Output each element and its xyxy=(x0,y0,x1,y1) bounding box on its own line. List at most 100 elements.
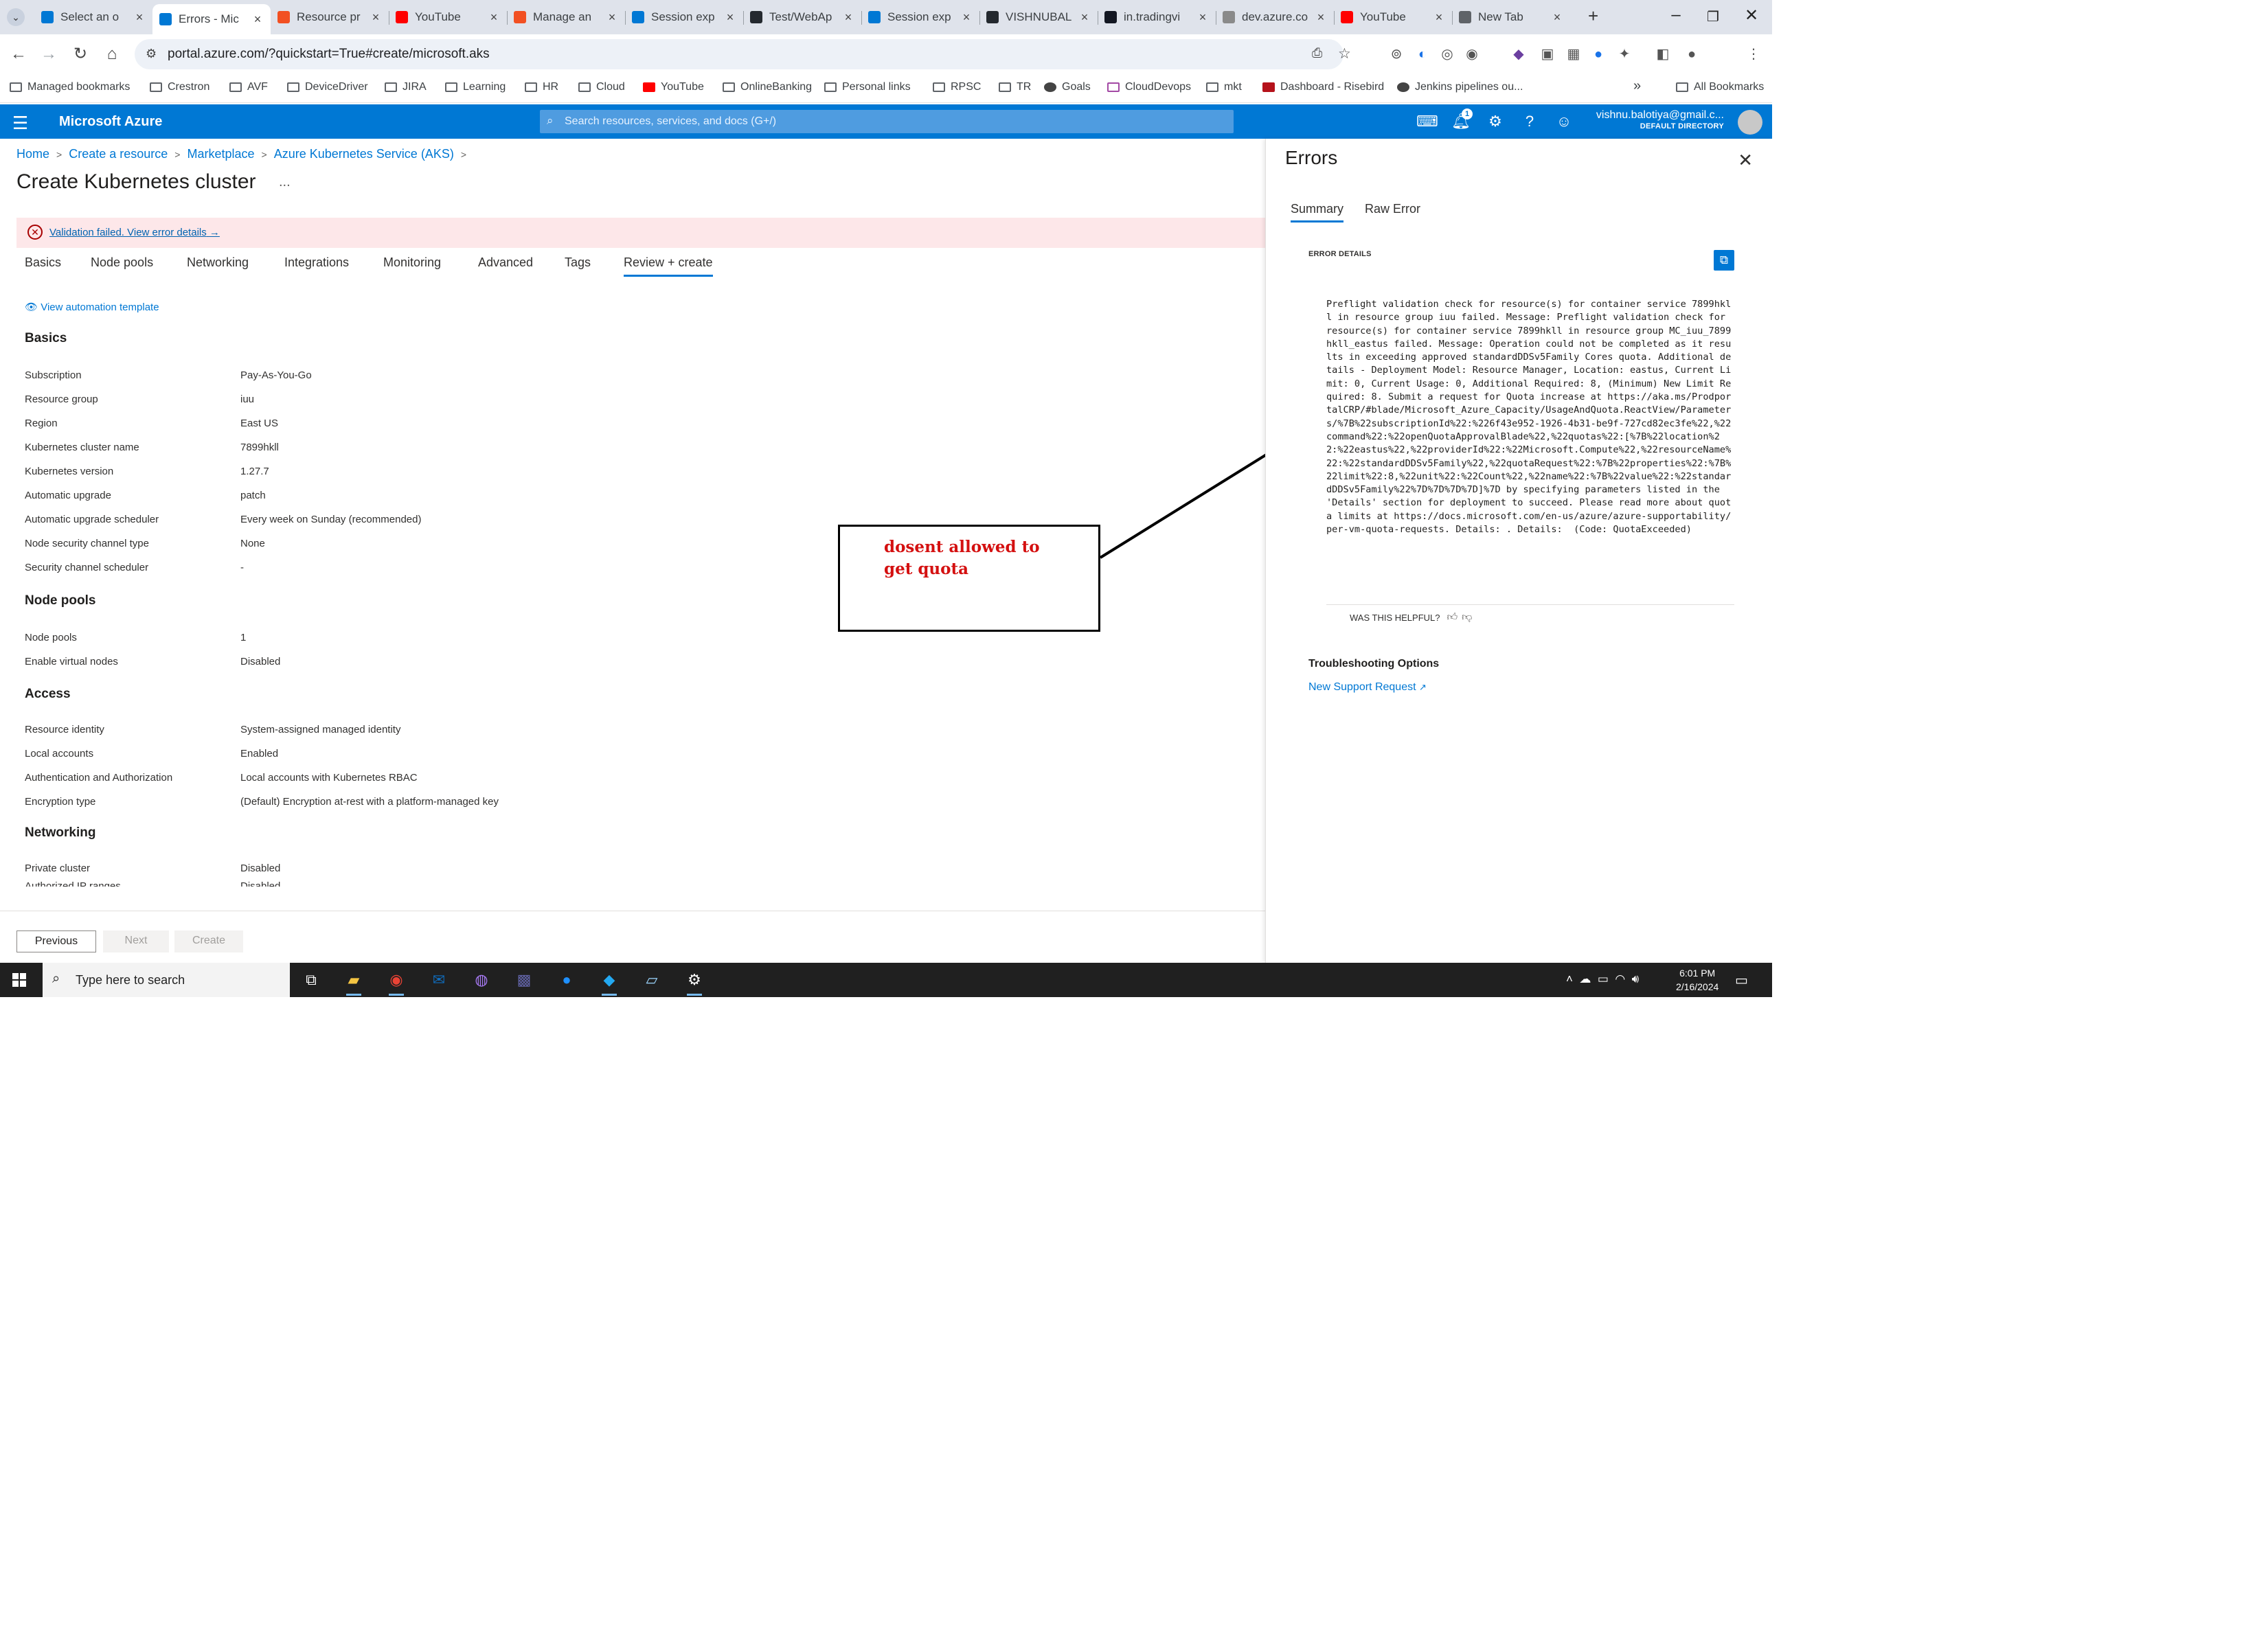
azure-brand[interactable]: Microsoft Azure xyxy=(59,114,162,130)
vscode-icon[interactable]: ◆ xyxy=(599,970,620,996)
tab-advanced[interactable]: Advanced xyxy=(478,255,533,270)
extension-icon[interactable]: ▣ xyxy=(1539,45,1556,63)
restore-icon[interactable]: ❐ xyxy=(1699,8,1727,25)
bookmark-item[interactable]: mkt xyxy=(1206,81,1242,93)
close-tab-icon[interactable]: × xyxy=(251,12,264,27)
bookmark-item[interactable]: TR xyxy=(999,81,1031,93)
file-explorer-icon[interactable]: ▰ xyxy=(343,970,364,996)
site-info-icon[interactable]: ⚙ xyxy=(146,47,157,61)
bookmark-item[interactable]: Learning xyxy=(445,81,506,93)
browser-tab[interactable]: New Tab × xyxy=(1452,4,1570,30)
extension-icon[interactable]: ◐ xyxy=(1414,45,1431,63)
bookmark-item[interactable]: YouTube xyxy=(643,81,704,93)
close-tab-icon[interactable]: × xyxy=(724,10,736,25)
bookmarks-overflow-button[interactable]: » xyxy=(1633,78,1641,94)
new-tab-button[interactable]: + xyxy=(1588,5,1598,27)
avatar[interactable] xyxy=(1738,110,1762,135)
bookmark-item[interactable]: AVF xyxy=(229,81,268,93)
validation-error-link[interactable]: Validation failed. View error details → xyxy=(49,227,220,238)
copy-icon[interactable]: ⧉ xyxy=(1714,250,1734,271)
feedback-icon[interactable]: ☺ xyxy=(1554,113,1574,130)
tab-networking[interactable]: Networking xyxy=(187,255,249,270)
taskbar-search-input[interactable]: ⌕ Type here to search xyxy=(43,963,290,997)
browser-tab[interactable]: Select an o × xyxy=(34,4,152,30)
bookmark-item[interactable]: Goals xyxy=(1044,81,1091,93)
back-icon[interactable]: ← xyxy=(7,43,30,66)
bookmark-item[interactable]: CloudDevops xyxy=(1107,81,1191,93)
settings-icon[interactable]: ⚙ xyxy=(684,970,705,996)
extension-icon[interactable]: ⊚ xyxy=(1387,45,1405,63)
system-tray[interactable]: ˄ ☁ ▭ ◠ 🔊︎ xyxy=(1566,972,1639,986)
close-tab-icon[interactable]: × xyxy=(606,10,618,25)
app-icon[interactable]: ▱ xyxy=(642,970,662,990)
close-tab-icon[interactable]: × xyxy=(133,10,146,25)
tab-integrations[interactable]: Integrations xyxy=(284,255,349,270)
extension-icon[interactable]: ● xyxy=(1589,45,1607,63)
tab-monitoring[interactable]: Monitoring xyxy=(383,255,441,270)
breadcrumb-link[interactable]: Azure Kubernetes Service (AKS) xyxy=(274,147,454,161)
settings-gear-icon[interactable]: ⚙ xyxy=(1485,113,1506,130)
bookmark-item[interactable]: DeviceDriver xyxy=(287,81,368,93)
chrome-icon[interactable]: ◉ xyxy=(386,970,407,996)
side-panel-icon[interactable]: ◧ xyxy=(1654,45,1672,63)
tab-raw-error[interactable]: Raw Error xyxy=(1365,202,1420,216)
bookmark-item[interactable]: Managed bookmarks xyxy=(10,81,130,93)
close-icon[interactable]: ✕ xyxy=(1738,150,1753,171)
close-window-icon[interactable]: ✕ xyxy=(1738,5,1765,25)
breadcrumb-link[interactable]: Home xyxy=(16,147,49,161)
minimize-icon[interactable]: – xyxy=(1662,5,1690,25)
thumbs-down-icon[interactable]: 👎︎ xyxy=(1462,611,1472,624)
tab-review-create[interactable]: Review + create xyxy=(624,255,713,277)
hamburger-menu-icon[interactable]: ☰ xyxy=(12,113,28,134)
tab-search-button[interactable]: ⌄ xyxy=(7,8,25,26)
previous-button[interactable]: Previous xyxy=(16,930,96,952)
bookmark-item[interactable]: Personal links xyxy=(824,81,911,93)
browser-tab[interactable]: Session exp × xyxy=(625,4,743,30)
browser-tab[interactable]: VISHNUBAL × xyxy=(979,4,1098,30)
browser-tab[interactable]: YouTube × xyxy=(1334,4,1452,30)
close-tab-icon[interactable]: × xyxy=(370,10,382,25)
bookmark-item[interactable]: Dashboard - Risebird xyxy=(1262,81,1384,93)
close-tab-icon[interactable]: × xyxy=(1197,10,1209,25)
profile-icon[interactable]: ● xyxy=(1683,45,1701,63)
view-automation-template-link[interactable]: 👁︎ View automation template xyxy=(25,301,159,313)
account-menu[interactable]: vishnu.balotiya@gmail.c... DEFAULT DIREC… xyxy=(1596,109,1724,130)
taskbar-clock[interactable]: 6:01 PM 2/16/2024 xyxy=(1676,966,1719,994)
bookmark-item[interactable]: Jenkins pipelines ou... xyxy=(1397,81,1523,93)
more-actions-button[interactable]: ... xyxy=(279,174,291,190)
browser-tab[interactable]: YouTube × xyxy=(389,4,507,30)
bookmark-item[interactable]: RPSC xyxy=(933,81,981,93)
windows-start-icon[interactable] xyxy=(12,973,26,987)
all-bookmarks[interactable]: All Bookmarks xyxy=(1676,81,1764,93)
notification-center-icon[interactable]: ▭ xyxy=(1735,972,1748,989)
forward-icon[interactable]: → xyxy=(37,43,60,66)
extension-icon[interactable]: ▦ xyxy=(1565,45,1583,63)
close-tab-icon[interactable]: × xyxy=(1433,10,1445,25)
browser-tab[interactable]: Manage an × xyxy=(507,4,625,30)
breadcrumb-link[interactable]: Marketplace xyxy=(187,147,254,161)
new-support-request-link[interactable]: New Support Request ↗ xyxy=(1308,681,1427,694)
url-text[interactable]: portal.azure.com/?quickstart=True#create… xyxy=(168,47,490,62)
github-desktop-icon[interactable]: ◍ xyxy=(471,970,492,990)
bookmark-item[interactable]: Cloud xyxy=(578,81,625,93)
close-tab-icon[interactable]: × xyxy=(1551,10,1563,25)
install-app-icon[interactable]: ⎙ xyxy=(1312,46,1322,61)
help-icon[interactable]: ? xyxy=(1519,113,1540,130)
chrome-menu-icon[interactable]: ⋮ xyxy=(1745,45,1762,63)
browser-tab[interactable]: Errors - Mic × xyxy=(152,4,271,34)
extension-icon[interactable]: ◆ xyxy=(1510,45,1528,63)
tab-basics[interactable]: Basics xyxy=(25,255,61,270)
app-icon[interactable]: ● xyxy=(556,970,577,990)
browser-tab[interactable]: Session exp × xyxy=(861,4,979,30)
breadcrumb-link[interactable]: Create a resource xyxy=(69,147,168,161)
task-view-icon[interactable]: ⧉ xyxy=(301,970,321,990)
teams-icon[interactable]: ▩ xyxy=(514,970,534,990)
browser-tab[interactable]: Resource pr × xyxy=(271,4,389,30)
browser-tab[interactable]: dev.azure.co × xyxy=(1216,4,1334,30)
close-tab-icon[interactable]: × xyxy=(960,10,973,25)
outlook-icon[interactable]: ✉ xyxy=(429,970,449,990)
tab-summary[interactable]: Summary xyxy=(1291,202,1344,222)
address-bar[interactable]: ⚙ portal.azure.com/?quickstart=True#crea… xyxy=(135,39,1351,69)
tab-node-pools[interactable]: Node pools xyxy=(91,255,153,270)
close-tab-icon[interactable]: × xyxy=(1078,10,1091,25)
